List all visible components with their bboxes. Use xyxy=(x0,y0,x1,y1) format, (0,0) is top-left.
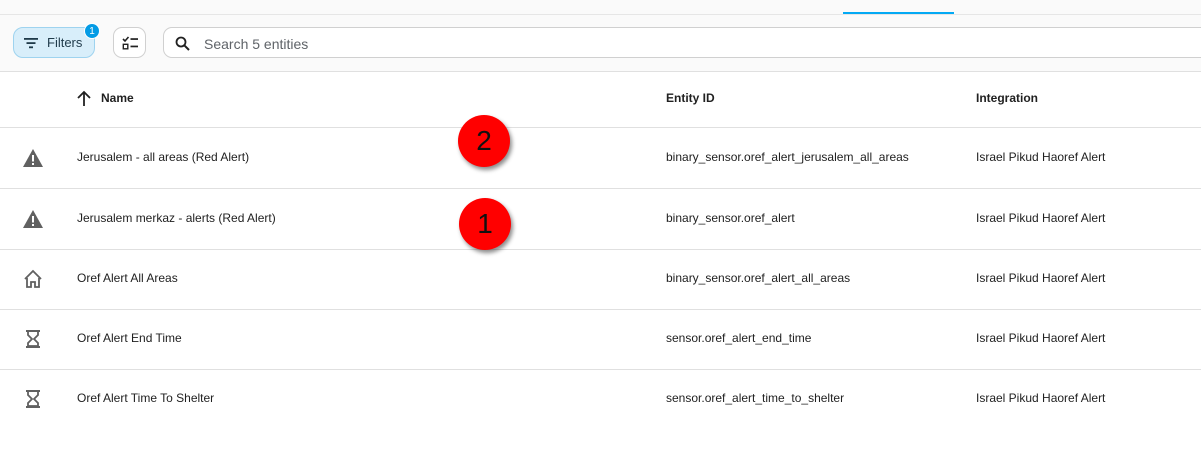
table-row[interactable]: Oref Alert All Areas binary_sensor.oref_… xyxy=(0,249,1201,310)
entity-integration: Israel Pikud Haoref Alert xyxy=(976,331,1106,345)
entity-id: binary_sensor.oref_alert_jerusalem_all_a… xyxy=(666,150,909,164)
entity-integration: Israel Pikud Haoref Alert xyxy=(976,271,1106,285)
annotation-marker-2: 2 xyxy=(458,115,510,167)
table-header: Name Entity ID Integration xyxy=(0,72,1201,128)
column-header-name[interactable]: Name xyxy=(101,91,134,105)
entity-integration: Israel Pikud Haoref Alert xyxy=(976,211,1106,225)
column-header-entity-id[interactable]: Entity ID xyxy=(666,91,715,105)
filters-label: Filters xyxy=(47,35,83,50)
entity-id: binary_sensor.oref_alert_all_areas xyxy=(666,271,851,285)
annotation-marker-1: 1 xyxy=(459,198,511,250)
table-row[interactable]: Oref Alert Time To Shelter sensor.oref_a… xyxy=(0,369,1201,429)
home-outline-icon xyxy=(24,269,42,288)
column-header-integration[interactable]: Integration xyxy=(976,91,1038,105)
toolbar: Filters 1 xyxy=(0,15,1201,72)
table-row[interactable]: Jerusalem - all areas (Red Alert) binary… xyxy=(0,128,1201,189)
entity-name: Jerusalem merkaz - alerts (Red Alert) xyxy=(77,211,276,225)
checklist-icon xyxy=(122,36,138,50)
search-field[interactable] xyxy=(163,27,1201,58)
search-input[interactable] xyxy=(202,33,1006,55)
entity-id: binary_sensor.oref_alert xyxy=(666,211,795,225)
entity-id: sensor.oref_alert_time_to_shelter xyxy=(666,391,845,405)
table-row[interactable]: Oref Alert End Time sensor.oref_alert_en… xyxy=(0,309,1201,370)
filter-icon xyxy=(24,38,38,49)
search-icon xyxy=(175,36,190,51)
entity-integration: Israel Pikud Haoref Alert xyxy=(976,391,1106,405)
filters-count-badge: 1 xyxy=(84,23,100,39)
entity-name: Oref Alert All Areas xyxy=(77,271,178,285)
hourglass-icon xyxy=(26,330,40,348)
alert-triangle-icon xyxy=(23,210,43,228)
active-tab-indicator xyxy=(843,12,954,14)
tab-bar xyxy=(0,0,1201,15)
selection-mode-button[interactable] xyxy=(113,27,146,58)
filters-button[interactable]: Filters xyxy=(13,27,95,58)
sort-ascending-icon[interactable] xyxy=(76,89,92,107)
entity-id: sensor.oref_alert_end_time xyxy=(666,331,812,345)
entity-name: Oref Alert Time To Shelter xyxy=(77,391,215,405)
alert-triangle-icon xyxy=(23,149,43,167)
entity-integration: Israel Pikud Haoref Alert xyxy=(976,150,1106,164)
table-row[interactable]: Jerusalem merkaz - alerts (Red Alert) bi… xyxy=(0,189,1201,250)
entity-name: Jerusalem - all areas (Red Alert) xyxy=(77,150,250,164)
entity-name: Oref Alert End Time xyxy=(77,331,182,345)
hourglass-icon xyxy=(26,390,40,408)
